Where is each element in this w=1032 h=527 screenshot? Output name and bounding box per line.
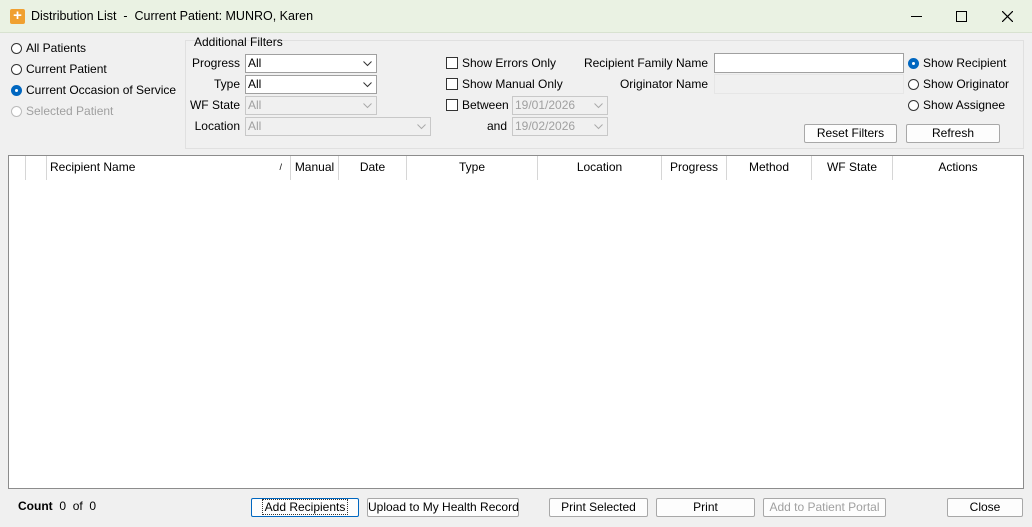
count-display: Count 0 of 0 [18,499,96,513]
radio-show-recipient[interactable]: Show Recipient [908,56,1006,70]
column-header-location[interactable]: Location [538,156,662,180]
radio-label: Selected Patient [26,104,114,118]
radio-selected-patient[interactable]: Selected Patient [11,104,113,118]
chevron-down-icon [363,103,372,109]
date-from-picker[interactable]: 19/01/2026 [512,96,608,115]
column-header-progress[interactable]: Progress [662,156,727,180]
maximize-button[interactable] [938,0,984,32]
radio-show-assignee[interactable]: Show Assignee [908,98,1005,112]
radio-indicator [11,63,22,75]
column-header-type[interactable]: Type [407,156,538,180]
add-recipients-button[interactable]: Add Recipients [251,498,359,517]
recipient-family-name-label: Recipient Family Name [583,56,708,70]
chevron-down-icon [417,124,426,130]
column-header-wf-state[interactable]: WF State [812,156,893,180]
print-button[interactable]: Print [656,498,755,517]
radio-label: Current Patient [26,62,107,76]
show-manual-only-checkbox[interactable]: Show Manual Only [446,77,563,91]
chevron-down-icon [363,61,372,67]
wf-state-label: WF State [189,98,240,112]
radio-indicator [908,57,919,69]
plus-icon: + [10,8,25,24]
checkbox-label: Show Errors Only [462,56,557,70]
column-header-actions[interactable]: Actions [893,156,1023,180]
sort-indicator: / [279,162,282,172]
location-label: Location [194,119,240,133]
radio-label: Show Originator [923,77,1010,91]
count-of-label: of [72,499,83,513]
progress-select[interactable]: All [245,54,377,73]
close-icon [1001,10,1013,22]
radio-all-patients[interactable]: All Patients [11,41,86,55]
chevron-down-icon [594,103,603,109]
show-errors-only-checkbox[interactable]: Show Errors Only [446,56,556,70]
radio-label: Show Recipient [923,56,1007,70]
checkbox-box [446,57,458,69]
column-header-date[interactable]: Date [339,156,407,180]
checkbox-label: Show Manual Only [462,77,563,91]
type-select[interactable]: All [245,75,377,94]
reset-filters-button[interactable]: Reset Filters [804,124,897,143]
radio-indicator [908,78,919,90]
radio-label: Show Assignee [923,98,1006,112]
upload-my-health-record-button[interactable]: Upload to My Health Record [367,498,519,517]
close-window-button[interactable] [984,0,1030,32]
date-to-picker[interactable]: 19/02/2026 [512,117,608,136]
chevron-down-icon [363,82,372,88]
column-header-method[interactable]: Method [727,156,812,180]
checkbox-box [446,99,458,111]
originator-name-label: Originator Name [619,77,708,91]
filters-group-label: Additional Filters [194,35,283,49]
recipients-grid[interactable]: Recipient Name / Manual Date Type Locati… [8,155,1024,489]
location-value: All [248,119,262,133]
type-value: All [248,77,262,91]
radio-current-occasion[interactable]: Current Occasion of Service [11,83,176,97]
print-selected-button[interactable]: Print Selected [549,498,648,517]
checkbox-label: Between [462,98,509,112]
radio-show-originator[interactable]: Show Originator [908,77,1009,91]
button-label: Add Recipients [261,499,349,515]
checkbox-box [446,78,458,90]
count-value: 0 [59,499,67,513]
column-header-label: Recipient Name [50,160,136,174]
and-label: and [486,119,507,133]
recipient-family-name-input[interactable] [714,53,904,73]
refresh-button[interactable]: Refresh [906,124,1000,143]
radio-indicator [11,105,22,117]
count-total: 0 [89,499,97,513]
radio-indicator [11,42,22,54]
radio-indicator [908,99,919,111]
date-from-value: 19/01/2026 [515,98,576,112]
column-header-manual[interactable]: Manual [291,156,339,180]
radio-label: Current Occasion of Service [26,83,177,97]
close-button[interactable]: Close [947,498,1023,517]
radio-current-patient[interactable]: Current Patient [11,62,107,76]
minimize-button[interactable] [893,0,939,32]
radio-indicator [11,84,22,96]
radio-label: All Patients [26,41,87,55]
window-title: Distribution List - Current Patient: MUN… [31,9,314,23]
chevron-down-icon [594,124,603,130]
wf-state-value: All [248,98,262,112]
progress-label: Progress [191,56,240,70]
minimize-icon [910,15,922,17]
originator-name-input[interactable] [714,74,904,94]
grid-header-blank [9,156,26,180]
grid-header-select [26,156,47,180]
type-label: Type [213,77,240,91]
progress-value: All [248,56,262,70]
between-checkbox[interactable]: Between [446,98,509,112]
maximize-icon [955,10,967,22]
count-label: Count [18,499,53,513]
date-to-value: 19/02/2026 [515,119,576,133]
column-header-recipient-name[interactable]: Recipient Name / [47,156,291,180]
wf-state-select[interactable]: All [245,96,377,115]
location-select[interactable]: All [245,117,431,136]
add-to-patient-portal-button[interactable]: Add to Patient Portal [763,498,886,517]
